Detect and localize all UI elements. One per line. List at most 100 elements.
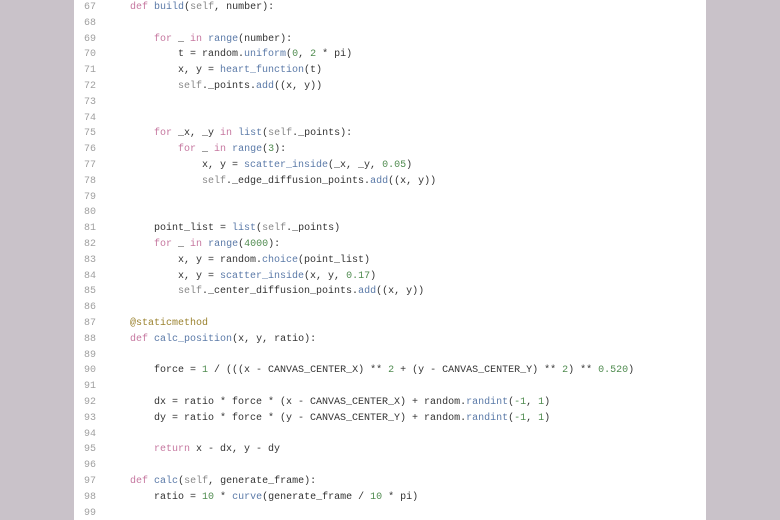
line-number: 70 — [74, 47, 106, 63]
line-number: 74 — [74, 111, 106, 127]
code-line: 94 — [74, 427, 706, 443]
code-content — [106, 348, 706, 364]
line-number: 68 — [74, 16, 106, 32]
code-content: ratio = 10 * curve(generate_frame / 10 *… — [106, 490, 706, 506]
code-line: 83 x, y = random.choice(point_list) — [74, 253, 706, 269]
code-line: 97 def calc(self, generate_frame): — [74, 474, 706, 490]
code-line: 80 — [74, 205, 706, 221]
code-line: 71 x, y = heart_function(t) — [74, 63, 706, 79]
code-content: for _ in range(4000): — [106, 237, 706, 253]
code-content: self._edge_diffusion_points.add((x, y)) — [106, 174, 706, 190]
code-content: x, y = heart_function(t) — [106, 63, 706, 79]
line-number: 78 — [74, 174, 106, 190]
line-number: 85 — [74, 284, 106, 300]
code-line: 88 def calc_position(x, y, ratio): — [74, 332, 706, 348]
code-line: 91 — [74, 379, 706, 395]
line-number: 80 — [74, 205, 106, 221]
code-content: point_list = list(self._points) — [106, 221, 706, 237]
code-line: 74 — [74, 111, 706, 127]
line-number: 73 — [74, 95, 106, 111]
line-number: 82 — [74, 237, 106, 253]
code-line: 72 self._points.add((x, y)) — [74, 79, 706, 95]
code-line: 86 — [74, 300, 706, 316]
line-number: 86 — [74, 300, 106, 316]
code-line: 68 — [74, 16, 706, 32]
code-line: 89 — [74, 348, 706, 364]
code-content: def calc_position(x, y, ratio): — [106, 332, 706, 348]
line-number: 81 — [74, 221, 106, 237]
code-line: 70 t = random.uniform(0, 2 * pi) — [74, 47, 706, 63]
code-content: def build(self, number): — [106, 0, 706, 16]
code-line: 81 point_list = list(self._points) — [74, 221, 706, 237]
code-content — [106, 458, 706, 474]
code-lines-container: 67 def build(self, number):6869 for _ in… — [74, 0, 706, 520]
code-line: 76 for _ in range(3): — [74, 142, 706, 158]
code-editor-panel: 67 def build(self, number):6869 for _ in… — [74, 0, 706, 520]
code-line: 90 force = 1 / (((x - CANVAS_CENTER_X) *… — [74, 363, 706, 379]
line-number: 95 — [74, 442, 106, 458]
line-number: 98 — [74, 490, 106, 506]
line-number: 89 — [74, 348, 106, 364]
line-number: 75 — [74, 126, 106, 142]
code-line: 78 self._edge_diffusion_points.add((x, y… — [74, 174, 706, 190]
code-line: 99 — [74, 506, 706, 520]
line-number: 93 — [74, 411, 106, 427]
code-line: 96 — [74, 458, 706, 474]
line-number: 99 — [74, 506, 106, 520]
line-number: 96 — [74, 458, 106, 474]
code-content: x, y = scatter_inside(x, y, 0.17) — [106, 269, 706, 285]
code-content: self._points.add((x, y)) — [106, 79, 706, 95]
code-content — [106, 190, 706, 206]
code-content: dy = ratio * force * (y - CANVAS_CENTER_… — [106, 411, 706, 427]
code-content: def calc(self, generate_frame): — [106, 474, 706, 490]
code-content — [106, 506, 706, 520]
code-content — [106, 16, 706, 32]
code-content: force = 1 / (((x - CANVAS_CENTER_X) ** 2… — [106, 363, 706, 379]
code-line: 98 ratio = 10 * curve(generate_frame / 1… — [74, 490, 706, 506]
code-content: t = random.uniform(0, 2 * pi) — [106, 47, 706, 63]
code-line: 73 — [74, 95, 706, 111]
line-number: 77 — [74, 158, 106, 174]
line-number: 76 — [74, 142, 106, 158]
code-line: 93 dy = ratio * force * (y - CANVAS_CENT… — [74, 411, 706, 427]
code-line: 77 x, y = scatter_inside(_x, _y, 0.05) — [74, 158, 706, 174]
code-content — [106, 95, 706, 111]
code-content: return x - dx, y - dy — [106, 442, 706, 458]
line-number: 83 — [74, 253, 106, 269]
code-content — [106, 205, 706, 221]
line-number: 71 — [74, 63, 106, 79]
code-content — [106, 427, 706, 443]
line-number: 92 — [74, 395, 106, 411]
code-content: x, y = random.choice(point_list) — [106, 253, 706, 269]
line-number: 84 — [74, 269, 106, 285]
code-content: x, y = scatter_inside(_x, _y, 0.05) — [106, 158, 706, 174]
code-line: 95 return x - dx, y - dy — [74, 442, 706, 458]
code-line: 67 def build(self, number): — [74, 0, 706, 16]
line-number: 90 — [74, 363, 106, 379]
code-content: @staticmethod — [106, 316, 706, 332]
code-line: 92 dx = ratio * force * (x - CANVAS_CENT… — [74, 395, 706, 411]
code-line: 82 for _ in range(4000): — [74, 237, 706, 253]
line-number: 88 — [74, 332, 106, 348]
code-content: dx = ratio * force * (x - CANVAS_CENTER_… — [106, 395, 706, 411]
code-line: 75 for _x, _y in list(self._points): — [74, 126, 706, 142]
code-line: 84 x, y = scatter_inside(x, y, 0.17) — [74, 269, 706, 285]
line-number: 91 — [74, 379, 106, 395]
code-content: for _ in range(3): — [106, 142, 706, 158]
code-content — [106, 300, 706, 316]
code-line: 87 @staticmethod — [74, 316, 706, 332]
code-line: 85 self._center_diffusion_points.add((x,… — [74, 284, 706, 300]
code-line: 79 — [74, 190, 706, 206]
line-number: 67 — [74, 0, 106, 16]
code-content — [106, 379, 706, 395]
line-number: 79 — [74, 190, 106, 206]
line-number: 72 — [74, 79, 106, 95]
code-content: self._center_diffusion_points.add((x, y)… — [106, 284, 706, 300]
line-number: 94 — [74, 427, 106, 443]
code-content: for _x, _y in list(self._points): — [106, 126, 706, 142]
code-content: for _ in range(number): — [106, 32, 706, 48]
line-number: 69 — [74, 32, 106, 48]
code-line: 69 for _ in range(number): — [74, 32, 706, 48]
code-content — [106, 111, 706, 127]
line-number: 97 — [74, 474, 106, 490]
